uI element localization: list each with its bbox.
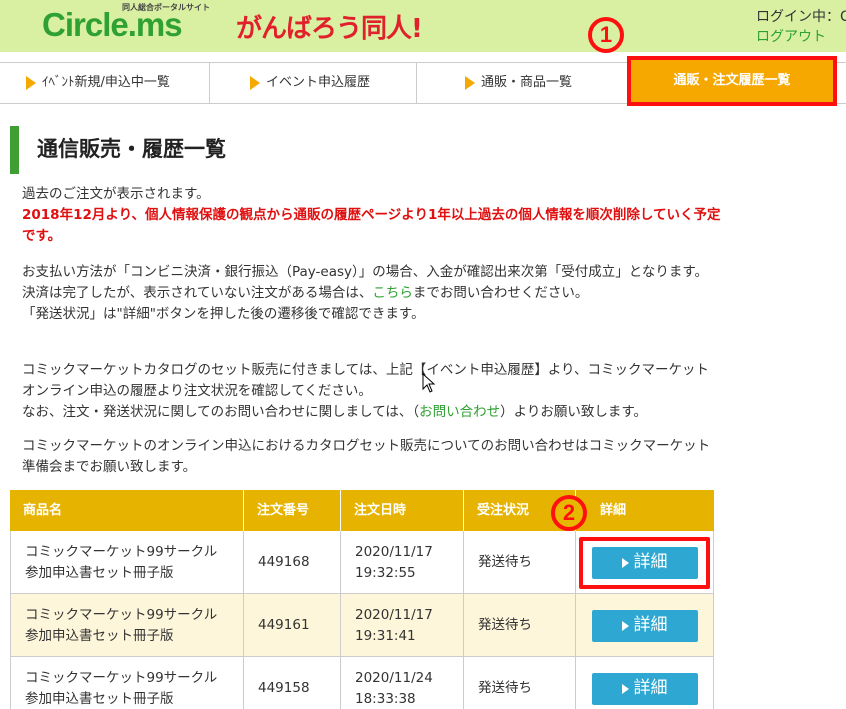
table-header: 商品名 注文番号 注文日時 受注状況 詳細 — [10, 490, 714, 531]
missing-order-pre: 決済は完了したが、表示されていない注文がある場合は、 — [22, 285, 373, 301]
order-date: 2020/11/17 — [355, 543, 433, 560]
missing-order-text: 決済は完了したが、表示されていない注文がある場合は、こちらまでお問い合わせくださ… — [22, 283, 722, 304]
order-date: 2020/11/24 — [355, 669, 433, 686]
order-number: 449158 — [244, 657, 341, 709]
product-name-line1: コミックマーケット99サークル — [25, 543, 218, 560]
order-number: 449168 — [244, 531, 341, 594]
order-status: 発送待ち — [464, 594, 576, 657]
warning-text: 2018年12月より、個人情報保護の観点から通販の履歴ページより1年以上過去の個… — [22, 207, 721, 244]
inquiry-pre: なお、注文・発送状況に関してのお問い合わせに関しましては、（ — [22, 404, 420, 420]
missing-order-post: までお問い合わせください。 — [412, 285, 589, 301]
product-name-line2: 参加申込書セット冊子版 — [25, 564, 174, 581]
payment-info-block: お支払い方法が「コンビニ決済・銀行振込（Pay-easy）」の場合、入金が確認出… — [22, 262, 722, 325]
detail-cell: 詳細 — [576, 594, 714, 657]
column-header: 注文番号 — [244, 490, 341, 531]
annotation-marker-2: 2 — [551, 495, 587, 531]
play-icon — [621, 620, 629, 631]
intro-text: 過去のご注文が表示されます。 — [22, 186, 210, 202]
tab-label: 通販・商品一覧 — [481, 75, 573, 90]
product-name-line2: 参加申込書セット冊子版 — [25, 690, 174, 707]
mouse-cursor-icon — [422, 373, 436, 393]
table-row: コミックマーケット99サークル 参加申込書セット冊子版 449161 2020/1… — [10, 594, 714, 657]
detail-button-label: 詳細 — [633, 678, 668, 698]
column-header: 詳細 — [600, 503, 627, 518]
tab-label: イベント申込履歴 — [266, 75, 371, 90]
order-date-cell: 2020/11/17 19:31:41 — [341, 594, 464, 657]
product-cell: コミックマーケット99サークル 参加申込書セット冊子版 — [10, 657, 244, 709]
column-header: 注文日時 — [341, 490, 464, 531]
annotation-marker-1: 1 — [588, 17, 624, 53]
shipping-status-text: 「発送状況」は"詳細"ボタンを押した後の遷移後で確認できます。 — [22, 306, 425, 322]
brand-banner: がんばろう同人! — [236, 14, 423, 44]
tab-order-history[interactable]: 通販・注文履歴一覧 — [627, 56, 837, 106]
order-number: 449161 — [244, 594, 341, 657]
contact-here-link[interactable]: こちら — [372, 285, 413, 301]
order-time: 19:32:55 — [355, 564, 416, 581]
table-row: コミックマーケット99サークル 参加申込書セット冊子版 449158 2020/1… — [10, 657, 714, 709]
product-cell: コミックマーケット99サークル 参加申込書セット冊子版 — [10, 531, 244, 594]
order-time: 18:33:38 — [355, 690, 416, 707]
logout-link[interactable]: ログアウト — [756, 26, 826, 46]
detail-button[interactable]: 詳細 — [591, 672, 698, 705]
product-name-line1: コミックマーケット99サークル — [25, 606, 218, 623]
column-header: 商品名 — [10, 490, 244, 531]
catalog-info-block: コミックマーケットカタログのセット販売に付きましては、上記【イベント申込履歴】よ… — [22, 360, 722, 423]
order-time: 19:31:41 — [355, 627, 416, 644]
site-header: Circle.ms 同人総合ポータルサイト がんばろう同人! ログイン中：C ロ… — [0, 0, 846, 52]
login-status: ログイン中：C — [756, 9, 846, 25]
catalog-text: コミックマーケットカタログのセット販売に付きましては、上記【イベント申込履歴】よ… — [22, 362, 710, 399]
highlight-frame — [579, 537, 710, 589]
catalog-contact-text: コミックマーケットのオンライン申込におけるカタログセット販売についてのお問い合わ… — [22, 438, 711, 475]
arrow-right-icon — [26, 75, 36, 90]
tab-shop-products[interactable]: 通販・商品一覧 — [417, 63, 622, 103]
detail-cell: 詳細 — [576, 657, 714, 709]
detail-button-label: 詳細 — [633, 615, 668, 635]
inquiry-link[interactable]: お問い合わせ — [419, 404, 500, 420]
product-cell: コミックマーケット99サークル 参加申込書セット冊子版 — [10, 594, 244, 657]
tab-event-applications[interactable]: ｲﾍﾞﾝﾄ新規/申込中一覧 — [0, 63, 210, 103]
order-date-cell: 2020/11/24 18:33:38 — [341, 657, 464, 709]
detail-button[interactable]: 詳細 — [591, 609, 698, 642]
inquiry-text: なお、注文・発送状況に関してのお問い合わせに関しましては、（お問い合わせ）よりお… — [22, 402, 722, 423]
inquiry-post: ）よりお願い致します。 — [500, 404, 648, 420]
tab-event-history[interactable]: イベント申込履歴 — [210, 63, 417, 103]
arrow-right-icon — [465, 75, 475, 90]
order-status: 発送待ち — [464, 657, 576, 709]
payment-text: お支払い方法が「コンビニ決済・銀行振込（Pay-easy）」の場合、入金が確認出… — [22, 264, 709, 280]
play-icon — [621, 683, 629, 694]
order-date: 2020/11/17 — [355, 606, 433, 623]
page-title: 通信販売・履歴一覧 — [10, 126, 226, 174]
tab-label: ｲﾍﾞﾝﾄ新規/申込中一覧 — [42, 75, 170, 90]
arrow-right-icon — [250, 75, 260, 90]
intro-block: 過去のご注文が表示されます。 2018年12月より、個人情報保護の観点から通販の… — [22, 184, 722, 247]
order-date-cell: 2020/11/17 19:32:55 — [341, 531, 464, 594]
logo-subtitle: 同人総合ポータルサイト — [122, 3, 210, 12]
catalog-contact-block: コミックマーケットのオンライン申込におけるカタログセット販売についてのお問い合わ… — [22, 436, 722, 478]
product-name-line2: 参加申込書セット冊子版 — [25, 627, 174, 644]
product-name-line1: コミックマーケット99サークル — [25, 669, 218, 686]
order-status: 発送待ち — [464, 531, 576, 594]
